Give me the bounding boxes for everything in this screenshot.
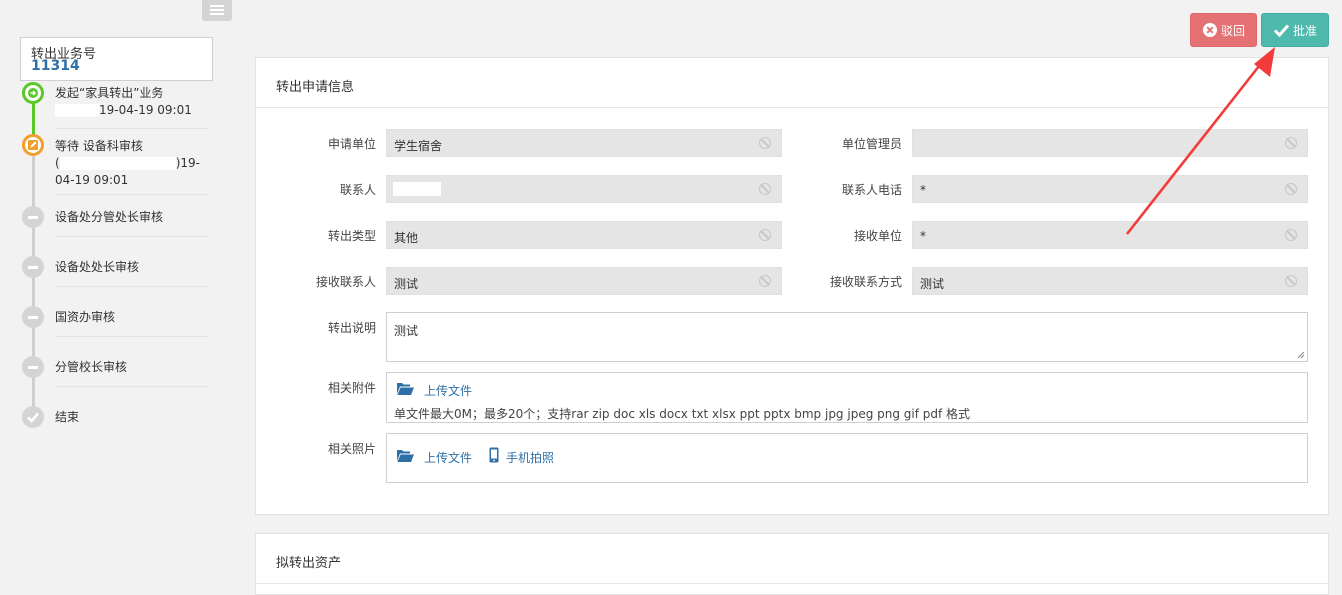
unit-admin-label: 单位管理员 — [841, 137, 902, 151]
step-3-title: 设备处分管处长审核 — [55, 210, 164, 224]
step-current-icon — [22, 134, 44, 156]
step-2: 等待 设备科审核 ()19- 04-19 09:01 — [55, 139, 200, 187]
receive-contact-method-label: 接收联系方式 — [829, 275, 902, 289]
step-divider — [55, 336, 208, 337]
mobile-phone-icon — [489, 447, 499, 463]
step-divider — [55, 286, 208, 287]
panel-title: 转出申请信息 — [276, 80, 355, 95]
disabled-icon — [1285, 183, 1297, 195]
reject-label: 驳回 — [1220, 23, 1245, 38]
transfer-type-field: 其他 — [386, 221, 782, 249]
step-5-title: 国资办审核 — [55, 310, 116, 324]
contact-phone-label: 联系人电话 — [841, 183, 902, 197]
folder-open-icon — [397, 450, 414, 462]
step-done-icon — [22, 82, 44, 104]
disabled-icon — [759, 229, 771, 241]
step-4-title: 设备处处长审核 — [55, 260, 140, 274]
step-1: 发起“家具转出”业务 19-04-19 09:01 — [55, 85, 192, 119]
attachments-box: 上传文件 单文件最大0M；最多20个；支持rar zip doc xls doc… — [386, 372, 1308, 423]
approve-label: 批准 — [1292, 23, 1317, 38]
redacted-text — [55, 104, 99, 117]
step-divider — [55, 236, 208, 237]
step-pending-icon — [22, 206, 44, 228]
disabled-icon — [1285, 137, 1297, 149]
business-number: 11314 — [31, 58, 80, 74]
redacted-text — [393, 182, 441, 196]
step-1-time: 19-04-19 09:01 — [99, 103, 192, 117]
step-pending-icon — [22, 256, 44, 278]
check-icon — [1273, 24, 1290, 37]
step-pending-icon — [22, 306, 44, 328]
step-divider — [55, 194, 208, 195]
contact-label: 联系人 — [339, 183, 376, 197]
disabled-icon — [1285, 275, 1297, 287]
photos-label: 相关照片 — [327, 442, 376, 456]
description-label: 转出说明 — [327, 321, 376, 335]
resize-handle-icon[interactable] — [1297, 351, 1305, 359]
reject-button[interactable]: 驳回 — [1190, 13, 1257, 47]
step-1-title: 发起“家具转出”业务 — [55, 86, 164, 100]
annotation-arrow — [1125, 47, 1275, 235]
upload-photo-link[interactable]: 上传文件 — [424, 449, 472, 466]
receive-contact-method-field: 测试 — [912, 267, 1308, 295]
step-divider — [55, 128, 208, 129]
panel-title: 拟转出资产 — [276, 556, 342, 571]
redacted-text — [59, 157, 176, 170]
disabled-icon — [759, 275, 771, 287]
step-7-title: 结束 — [55, 410, 80, 424]
attachments-hint: 单文件最大0M；最多20个；支持rar zip doc xls docx txt… — [394, 407, 971, 421]
menu-toggle-button[interactable] — [202, 0, 232, 21]
approve-button[interactable]: 批准 — [1261, 13, 1329, 47]
receive-contact-label: 接收联系人 — [315, 275, 376, 289]
upload-attachment-link[interactable]: 上传文件 — [424, 382, 472, 399]
attachments-label: 相关附件 — [327, 381, 376, 395]
step-2-title: 等待 设备科审核 — [55, 139, 143, 153]
step-6-title: 分管校长审核 — [55, 360, 128, 374]
phone-photo-link[interactable]: 手机拍照 — [506, 449, 554, 466]
step-divider — [55, 386, 208, 387]
panel-divider — [256, 583, 1328, 584]
disabled-icon — [759, 137, 771, 149]
transfer-type-label: 转出类型 — [327, 229, 376, 243]
folder-open-icon — [397, 383, 414, 395]
photos-box: 上传文件 手机拍照 — [386, 433, 1308, 483]
apply-unit-field: 学生宿舍 — [386, 129, 782, 157]
business-number-box: 转出业务号 11314 — [20, 37, 213, 81]
contact-field — [386, 175, 782, 203]
description-textarea[interactable]: 测试 — [386, 312, 1308, 362]
step-end-check-icon — [22, 406, 44, 428]
receive-unit-label: 接收单位 — [853, 229, 902, 243]
step-2-time: 04-19 09:01 — [55, 173, 129, 187]
step-pending-icon — [22, 356, 44, 378]
receive-contact-field: 测试 — [386, 267, 782, 295]
times-circle-icon — [1202, 23, 1217, 37]
disabled-icon — [1285, 229, 1297, 241]
disabled-icon — [759, 183, 771, 195]
apply-unit-label: 申请单位 — [327, 137, 376, 151]
